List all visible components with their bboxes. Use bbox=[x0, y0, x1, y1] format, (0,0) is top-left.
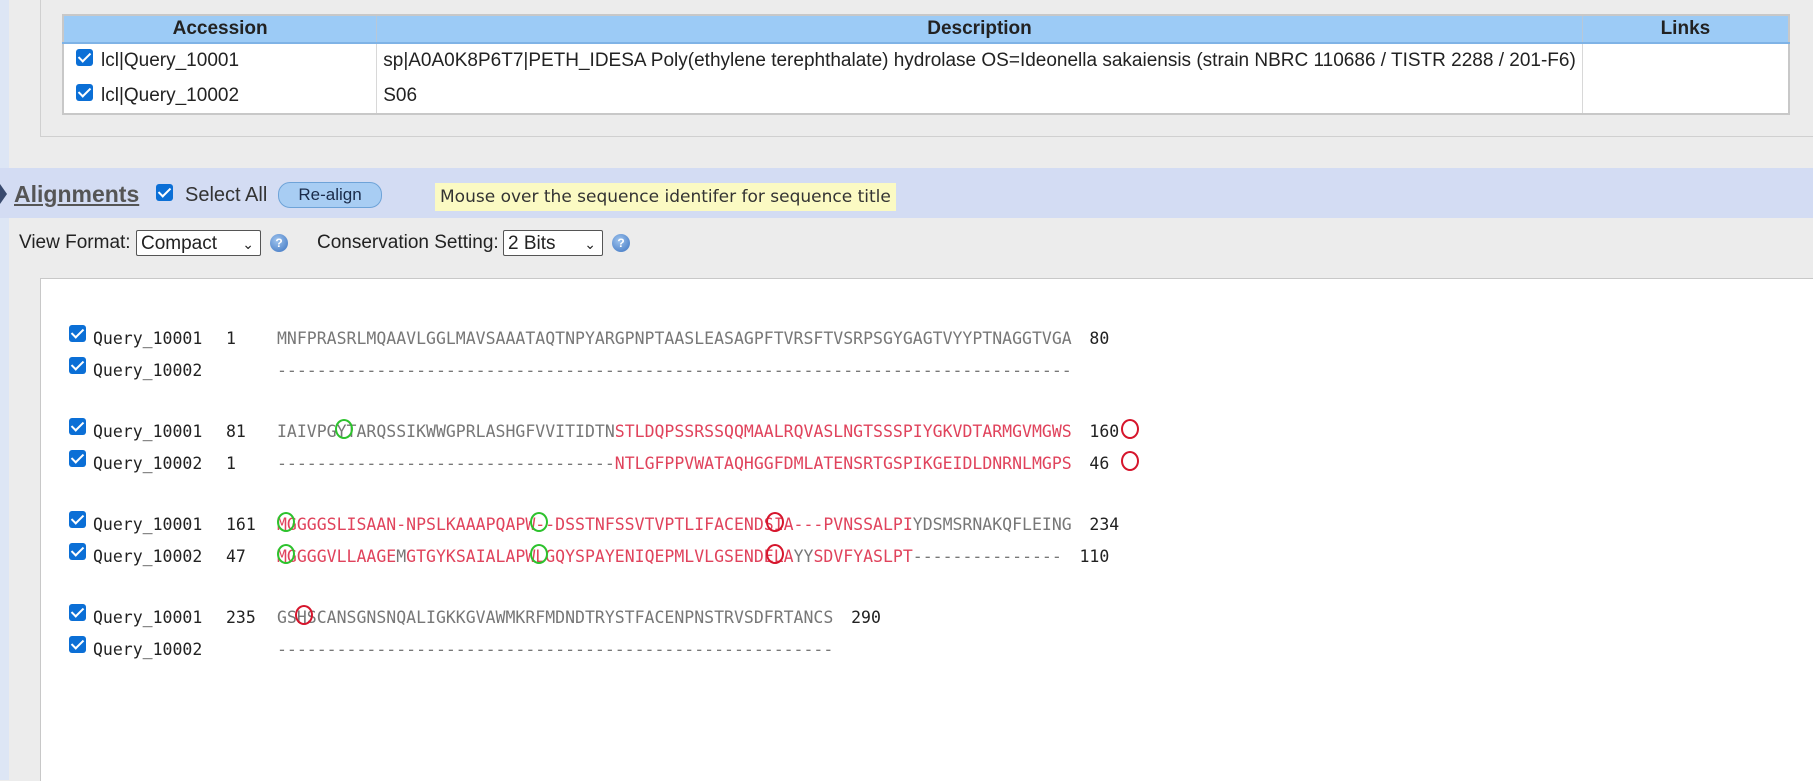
accession-cell: lcl|Query_10002 bbox=[63, 78, 378, 114]
alignments-title[interactable]: Alignments bbox=[14, 181, 139, 208]
sequence-text: ----------------------------------------… bbox=[277, 361, 1072, 380]
table-row: lcl|Query_10001 sp|A0A0K8P6T7|PETH_IDESA… bbox=[63, 43, 1790, 78]
sequence-checkbox[interactable] bbox=[69, 450, 86, 467]
sequence-identifier[interactable]: Query_10002 bbox=[93, 640, 202, 659]
red-annotation-circle bbox=[295, 605, 313, 625]
green-annotation-circle bbox=[530, 544, 548, 564]
accession-cell: lcl|Query_10001 bbox=[63, 43, 378, 78]
end-position: 290 bbox=[851, 608, 881, 627]
sequence-text: GSHSCANSGNSNQALIGKKGVAWMKRFMDNDTRYSTFACE… bbox=[277, 608, 833, 627]
links-cell bbox=[1582, 78, 1790, 114]
green-annotation-circle bbox=[335, 419, 353, 439]
sequence-checkbox[interactable] bbox=[69, 604, 86, 621]
sequence-identifier[interactable]: Query_10001 bbox=[93, 422, 202, 441]
sequence-identifier[interactable]: Query_10002 bbox=[93, 361, 202, 380]
description-cell: S06 bbox=[376, 78, 1583, 114]
start-position: 1 bbox=[226, 454, 236, 473]
green-annotation-circle bbox=[277, 544, 295, 564]
sequence-text: IAIVPGYTARQSSIKWWGPRLASHGFVVITIDTNSTLDQP… bbox=[277, 422, 1072, 441]
accession-link[interactable]: lcl|Query_10002 bbox=[101, 85, 239, 106]
aligned-segment: STLDQPSSRSSQQMAALRQVASLNGTSSSPIYGKVDTARM… bbox=[614, 422, 1072, 441]
links-cell bbox=[1582, 43, 1790, 78]
unaligned-segment: MNFPRASRLMQAAVLGGLMAVSAAATAQTNPYARGPNPTA… bbox=[277, 329, 1072, 348]
help-icon[interactable]: ? bbox=[270, 234, 288, 252]
start-position: 1 bbox=[226, 329, 236, 348]
view-format-value: Compact bbox=[141, 233, 218, 254]
sequence-identifier[interactable]: Query_10002 bbox=[93, 547, 202, 566]
sequence-checkbox[interactable] bbox=[69, 325, 86, 342]
sequence-checkbox[interactable] bbox=[69, 636, 86, 653]
start-position: 81 bbox=[226, 422, 246, 441]
unaligned-segment: --------------- bbox=[912, 547, 1062, 566]
unaligned-segment: M bbox=[396, 547, 407, 566]
chevron-down-icon: ⌄ bbox=[242, 236, 254, 252]
sequence-checkbox[interactable] bbox=[69, 418, 86, 435]
description-header[interactable]: Description bbox=[376, 15, 1583, 44]
unaligned-segment: GSHSCANSGNSNQALIGKKGVAWMKRFMDNDTRYSTFACE… bbox=[277, 608, 834, 627]
sequence-checkbox[interactable] bbox=[69, 511, 86, 528]
collapse-triangle-icon[interactable] bbox=[0, 184, 7, 204]
green-annotation-circle bbox=[530, 512, 548, 532]
end-position: 46 bbox=[1089, 454, 1110, 473]
accession-link[interactable]: lcl|Query_10001 bbox=[101, 50, 239, 71]
green-annotation-circle bbox=[277, 512, 295, 532]
description-cell: sp|A0A0K8P6T7|PETH_IDESA Poly(ethylene t… bbox=[376, 43, 1583, 78]
links-header: Links bbox=[1582, 15, 1790, 44]
end-position: 110 bbox=[1079, 547, 1110, 566]
red-annotation-circle bbox=[1121, 419, 1139, 439]
sequence-identifier[interactable]: Query_10001 bbox=[93, 515, 202, 534]
row-checkbox[interactable] bbox=[76, 83, 93, 101]
unaligned-segment: ----------------------------------------… bbox=[277, 640, 834, 659]
chevron-down-icon: ⌄ bbox=[584, 236, 596, 252]
unaligned-segment: ----------------------------------------… bbox=[277, 361, 1072, 380]
red-annotation-circle bbox=[766, 512, 784, 532]
sequence-text: ----------------------------------------… bbox=[277, 640, 833, 659]
aligned-segment: SDVFYASLPT bbox=[813, 547, 913, 566]
end-position: 160 bbox=[1089, 422, 1120, 441]
sequence-identifier[interactable]: Query_10001 bbox=[93, 608, 202, 627]
aligned-segment: MGGGGVLLAAGE bbox=[277, 547, 397, 566]
sequence-text: MNFPRASRLMQAAVLGGLMAVSAAATAQTNPYARGPNPTA… bbox=[277, 329, 1072, 348]
sequence-checkbox[interactable] bbox=[69, 357, 86, 374]
row-checkbox[interactable] bbox=[76, 49, 93, 67]
hint-tooltip: Mouse over the sequence identifer for se… bbox=[435, 183, 896, 211]
start-position: 47 bbox=[226, 547, 246, 566]
help-icon[interactable]: ? bbox=[612, 234, 630, 252]
conservation-value: 2 Bits bbox=[508, 233, 556, 254]
conservation-select[interactable]: 2 Bits ⌄ bbox=[503, 230, 603, 256]
unaligned-segment: IAIVPGYTARQSSIKWWGPRLASHGFVVITIDTN bbox=[277, 422, 615, 441]
view-format-select[interactable]: Compact ⌄ bbox=[136, 230, 261, 256]
sequence-text: ----------------------------------NTLGFP… bbox=[277, 454, 1072, 473]
view-format-label: View Format: bbox=[19, 232, 131, 253]
sequence-checkbox[interactable] bbox=[69, 543, 86, 560]
descriptions-table: Accession Description Links lcl|Query_10… bbox=[62, 14, 1790, 115]
conservation-label: Conservation Setting: bbox=[317, 232, 499, 253]
left-edge-strip bbox=[0, 0, 9, 780]
end-position: 80 bbox=[1089, 329, 1110, 348]
aligned-segment: NTLGFPPVWATAQHGGFDMLATENSRTGSPIKGEIDLDNR… bbox=[614, 454, 1072, 473]
aligned-segment: GTGYKSAIALAPWLGQYSPAYENIQEPMLVLGSENDELA bbox=[406, 547, 794, 566]
unaligned-segment: YY bbox=[793, 547, 814, 566]
view-settings-row: View Format: Compact ⌄ ? Conservation Se… bbox=[0, 224, 1813, 270]
realign-button[interactable]: Re-align bbox=[278, 182, 382, 208]
table-row: lcl|Query_10002 S06 bbox=[63, 78, 1790, 114]
alignment-panel: Query_10001 1 MNFPRASRLMQAAVLGGLMAVSAAATAQ… bbox=[40, 278, 1813, 781]
sequence-text: MGGGGSLISAAN-NPSLKAAAPQAPW--DSSTNFSSVTVP… bbox=[277, 515, 1072, 534]
start-position: 235 bbox=[226, 608, 256, 627]
unaligned-segment: ---------------------------------- bbox=[277, 454, 615, 473]
end-position: 234 bbox=[1089, 515, 1120, 534]
sequence-text: MGGGGVLLAAGEMGTGYKSAIALAPWLGQYSPAYENIQEP… bbox=[277, 547, 1062, 566]
select-all-checkbox[interactable] bbox=[156, 184, 173, 201]
sequence-identifier[interactable]: Query_10002 bbox=[93, 454, 202, 473]
red-annotation-circle bbox=[766, 544, 784, 564]
accession-header[interactable]: Accession bbox=[63, 15, 378, 44]
aligned-segment: MGGGGSLISAAN-NPSLKAAAPQAPW--DSSTNFSSVTVP… bbox=[277, 515, 913, 534]
alignments-bar: Alignments Select All Re-align Mouse ove… bbox=[0, 168, 1813, 218]
start-position: 161 bbox=[226, 515, 256, 534]
unaligned-segment: YDSMSRNAKQFLEING bbox=[912, 515, 1072, 534]
select-all-label: Select All bbox=[185, 184, 268, 206]
sequence-identifier[interactable]: Query_10001 bbox=[93, 329, 202, 348]
red-annotation-circle bbox=[1121, 451, 1139, 471]
